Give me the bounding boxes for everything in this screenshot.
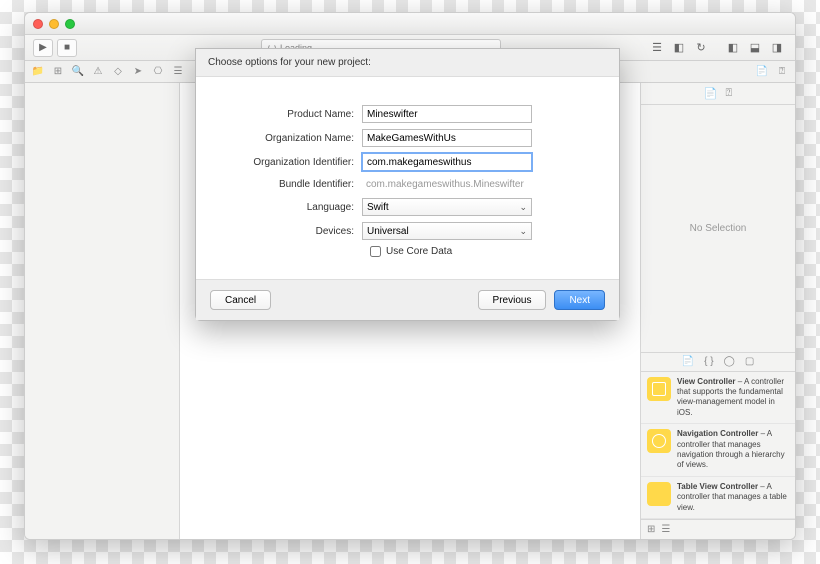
devices-select[interactable]: Universal <box>362 222 532 240</box>
run-button[interactable]: ▶ <box>33 39 53 57</box>
test-nav-icon[interactable]: ◇ <box>111 66 125 77</box>
language-label: Language: <box>214 202 362 213</box>
library-item-view-controller[interactable]: View Controller – A controller that supp… <box>641 372 795 425</box>
bundle-id-value: com.makegameswithus.Mineswifter <box>362 177 532 192</box>
cancel-button[interactable]: Cancel <box>210 290 271 310</box>
library-footer: ⊞ ☰ <box>641 519 795 539</box>
org-id-label: Organization Identifier: <box>214 157 362 168</box>
find-nav-icon[interactable]: 🔍 <box>71 66 85 77</box>
close-icon[interactable] <box>33 19 43 29</box>
inspector-empty: No Selection <box>641 105 795 352</box>
panel-bottom-icon[interactable]: ⬓ <box>745 39 765 57</box>
table-view-controller-icon <box>647 482 671 506</box>
toolbar-right: ☰ ◧ ↻ ◧ ⬓ ◨ <box>647 39 787 57</box>
breakpoint-nav-icon[interactable]: ⎔ <box>151 66 165 77</box>
new-project-sheet: Choose options for your new project: Pro… <box>195 48 620 321</box>
report-nav-icon[interactable]: ☰ <box>171 66 185 77</box>
project-nav-icon[interactable]: 📁 <box>31 66 45 77</box>
org-id-input[interactable] <box>362 153 532 171</box>
navigator-panel <box>25 83 180 539</box>
previous-button[interactable]: Previous <box>478 290 547 310</box>
no-selection-label: No Selection <box>690 223 747 234</box>
file-inspector-icon[interactable]: 📄 <box>704 87 718 100</box>
sheet-footer: Cancel Previous Next <box>196 279 619 320</box>
grid-view-icon[interactable]: ⊞ <box>647 524 655 535</box>
devices-label: Devices: <box>214 226 362 237</box>
core-data-label: Use Core Data <box>386 246 452 257</box>
quick-help-icon[interactable]: ⍰ <box>726 87 733 100</box>
sheet-body: Product Name: Organization Name: Organiz… <box>196 77 619 279</box>
next-button[interactable]: Next <box>554 290 605 310</box>
minimize-icon[interactable] <box>49 19 59 29</box>
object-library: View Controller – A controller that supp… <box>641 372 795 519</box>
language-select[interactable]: Swift <box>362 198 532 216</box>
panel-left-icon[interactable]: ◧ <box>723 39 743 57</box>
zoom-icon[interactable] <box>65 19 75 29</box>
code-snippet-icon[interactable]: { } <box>704 356 713 367</box>
view-controller-icon <box>647 377 671 401</box>
core-data-checkbox[interactable]: Use Core Data <box>370 246 601 257</box>
org-name-input[interactable] <box>362 129 532 147</box>
panel-right-icon[interactable]: ◨ <box>767 39 787 57</box>
debug-nav-icon[interactable]: ➤ <box>131 66 145 77</box>
issue-nav-icon[interactable]: ⚠ <box>91 66 105 77</box>
library-item-table-view-controller[interactable]: Table View Controller – A controller tha… <box>641 477 795 519</box>
filter-icon[interactable]: ☰ <box>661 524 670 535</box>
file-template-icon[interactable]: 📄 <box>682 356 694 367</box>
titlebar <box>25 13 795 35</box>
library-tabs: 📄 { } ◯ ▢ <box>641 352 795 372</box>
bundle-id-label: Bundle Identifier: <box>214 179 362 190</box>
media-library-icon[interactable]: ▢ <box>745 356 754 367</box>
navigation-controller-icon <box>647 429 671 453</box>
symbol-nav-icon[interactable]: ⊞ <box>51 66 65 77</box>
product-name-input[interactable] <box>362 105 532 123</box>
editor-standard-icon[interactable]: ☰ <box>647 39 667 57</box>
editor-assistant-icon[interactable]: ◧ <box>669 39 689 57</box>
object-library-icon[interactable]: ◯ <box>724 356 735 367</box>
product-name-label: Product Name: <box>214 109 362 120</box>
inspector-tabs: 📄 ⍰ <box>641 83 795 105</box>
stop-button[interactable]: ■ <box>57 39 77 57</box>
core-data-input[interactable] <box>370 246 381 257</box>
traffic-lights <box>33 19 75 29</box>
editor-version-icon[interactable]: ↻ <box>691 39 711 57</box>
library-item-navigation-controller[interactable]: Navigation Controller – A controller tha… <box>641 424 795 477</box>
org-name-label: Organization Name: <box>214 133 362 144</box>
sheet-heading: Choose options for your new project: <box>196 49 619 77</box>
inspector-panel: 📄 ⍰ No Selection 📄 { } ◯ ▢ View Controll… <box>640 83 795 539</box>
inspector-help-icon[interactable]: ⍰ <box>775 66 789 77</box>
inspector-file-icon[interactable]: 📄 <box>755 66 769 77</box>
